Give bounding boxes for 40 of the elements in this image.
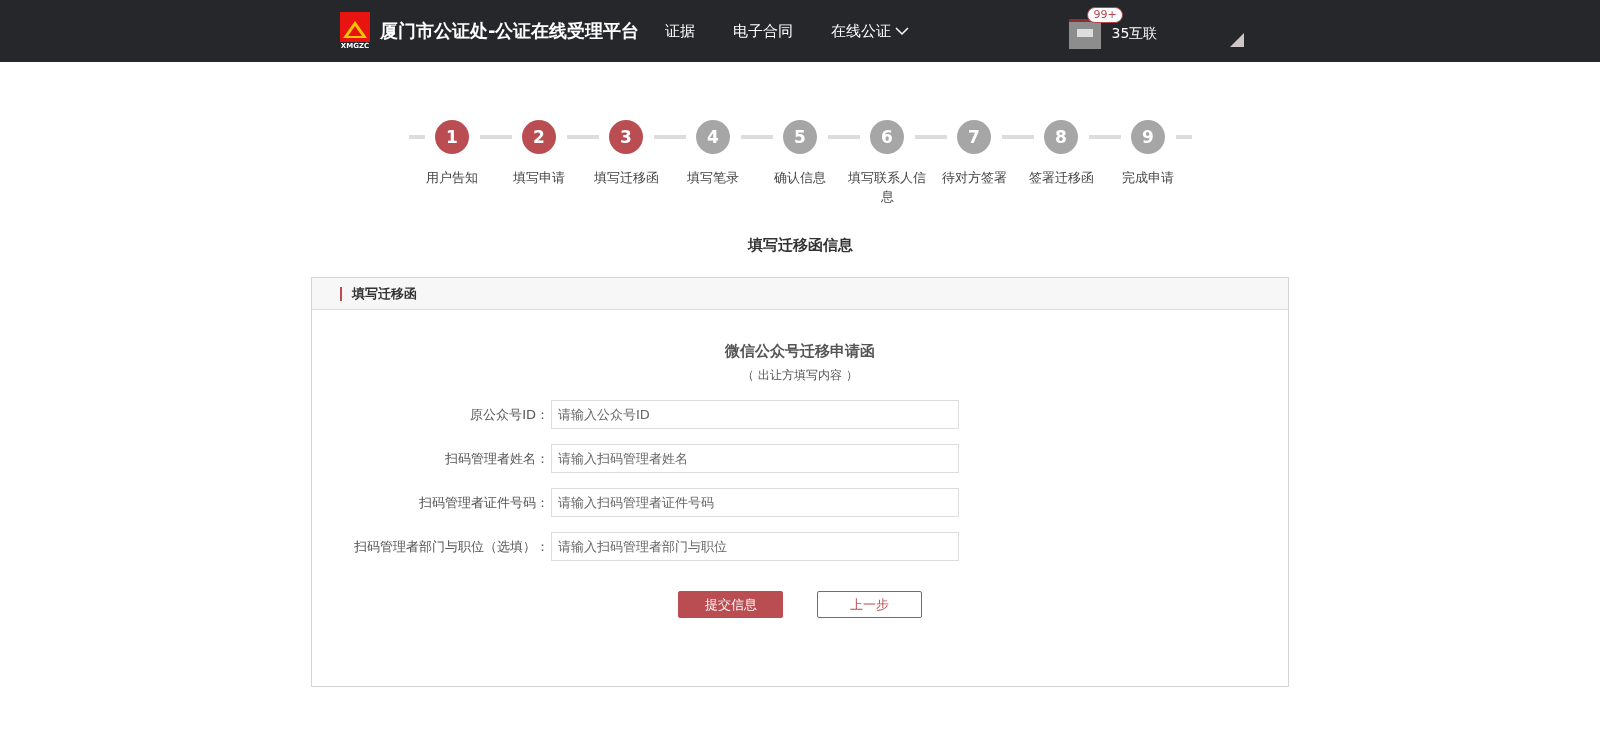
notification-badge: 99+	[1087, 7, 1123, 23]
avatar-icon[interactable]	[1069, 19, 1102, 49]
input-field[interactable]: 请输入扫码管理者姓名	[551, 444, 959, 473]
form-subtitle: （ 出让方填写内容 ）	[742, 367, 858, 384]
submit-button[interactable]: 提交信息	[678, 591, 783, 618]
step-number: 1	[435, 120, 469, 154]
step-label: 填写笔录	[686, 169, 740, 187]
step-label: 填写联系人信息	[847, 169, 927, 206]
nav-link[interactable]: 证据	[665, 21, 696, 41]
step-number: 6	[870, 120, 904, 154]
field-label: 扫码管理者姓名：	[444, 449, 549, 468]
step-number: 9	[1131, 120, 1165, 154]
field-label: 原公众号ID：	[469, 405, 549, 424]
nav-link[interactable]: 电子合同	[733, 21, 794, 41]
field-label: 扫码管理者部门与职位（选填）：	[353, 537, 549, 556]
step-number: 8	[1044, 120, 1078, 154]
step-number: 2	[522, 120, 556, 154]
input-field[interactable]: 请输入公众号ID	[551, 400, 959, 429]
corner-triangle-icon	[1230, 33, 1244, 47]
step-label: 用户告知	[425, 169, 479, 187]
back-button[interactable]: 上一步	[817, 591, 922, 618]
step-number: 7	[957, 120, 991, 154]
step-number: 5	[783, 120, 817, 154]
step-label: 待对方签署	[940, 169, 1008, 187]
form-title: 微信公众号迁移申请函	[725, 342, 875, 361]
input-field[interactable]: 请输入扫码管理者部门与职位	[551, 532, 959, 561]
site-title: 厦门市公证处-公证在线受理平台	[380, 19, 640, 43]
step-label: 填写迁移函	[592, 169, 660, 187]
step-label: 确认信息	[773, 169, 827, 187]
step-number: 3	[609, 120, 643, 154]
field-label: 扫码管理者证件号码：	[418, 493, 549, 512]
step-label: 签署迁移函	[1027, 169, 1095, 187]
user-name[interactable]: 35互联	[1111, 25, 1158, 43]
panel-title: 填写迁移函	[340, 286, 417, 301]
nav-link[interactable]: 在线公证	[831, 21, 910, 41]
step-number: 4	[696, 120, 730, 154]
step-label: 填写申请	[512, 169, 566, 187]
input-field[interactable]: 请输入扫码管理者证件号码	[551, 488, 959, 517]
page-heading: 填写迁移函信息	[747, 236, 853, 255]
step-label: 完成申请	[1121, 169, 1175, 187]
